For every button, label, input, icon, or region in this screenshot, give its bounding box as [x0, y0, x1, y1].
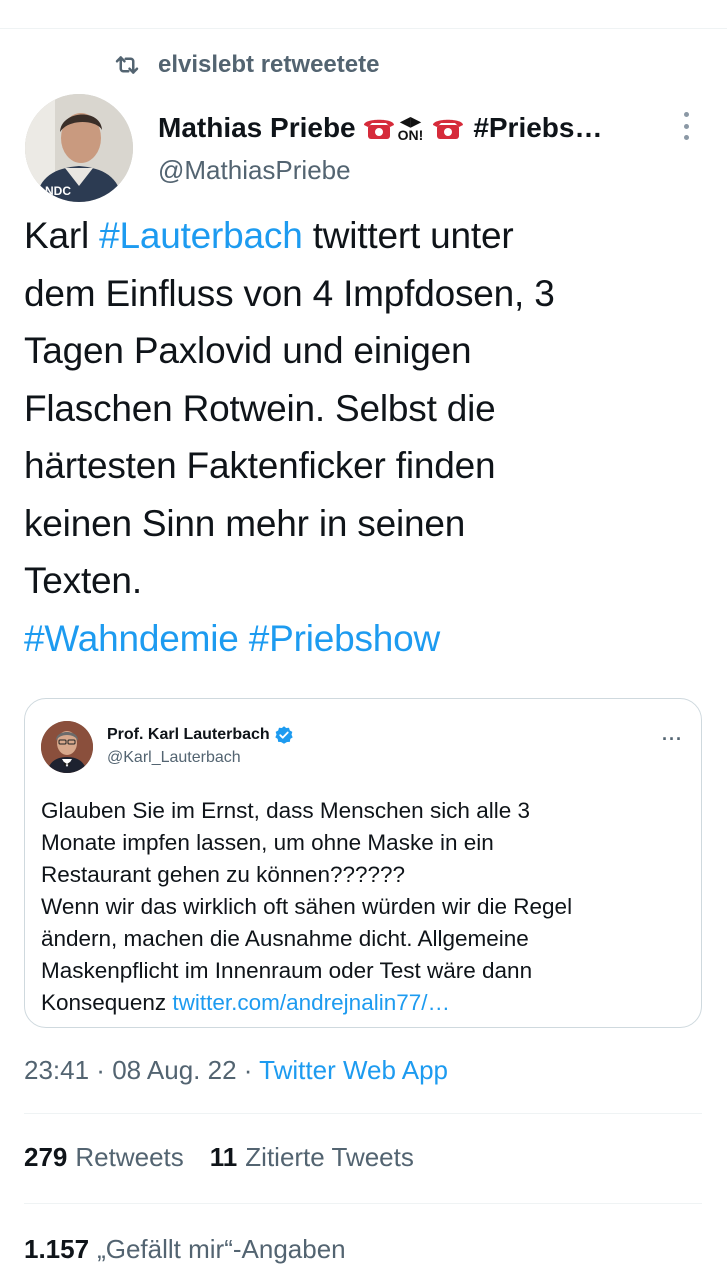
tweet-text-fragment: Karl	[24, 215, 100, 256]
author-name-row[interactable]: Mathias Priebe ◀▶ ON! #Priebs…	[158, 108, 602, 148]
retweets-label: Retweets	[75, 1142, 184, 1172]
stats-divider-top	[24, 1113, 702, 1114]
quoted-author-photo	[41, 721, 93, 773]
on-arrow-emoji: ◀▶ ON!	[398, 114, 424, 142]
quoted-line-4: Wenn wir das wirklich oft sähen würden w…	[41, 894, 573, 919]
quoted-more-options-icon[interactable]: ···	[662, 729, 683, 750]
quoted-url-link[interactable]: twitter.com/andrejnalin77/…	[172, 990, 450, 1015]
quoted-author-handle: @Karl_Lauterbach	[107, 749, 241, 766]
tweet-date[interactable]: 08 Aug. 22	[112, 1055, 236, 1085]
quote-tweets-count: 11	[209, 1142, 238, 1172]
more-options-icon[interactable]	[680, 112, 692, 140]
quoted-line-2: Monate impfen lassen, um ohne Maske in e…	[41, 830, 494, 855]
hashtag-wahndemie-link[interactable]: #Wahndemie	[24, 618, 239, 659]
tweet-line-8: #Wahndemie #Priebshow	[24, 610, 714, 668]
author-name-suffix: #Priebs…	[473, 112, 603, 143]
likes-label: „Gefällt mir“-Angaben	[97, 1234, 346, 1264]
tweet-time[interactable]: 23:41	[24, 1055, 89, 1085]
retweeted-by-row[interactable]: elvislebt retweetete	[112, 50, 379, 80]
telephone-emoji-icon	[363, 119, 394, 139]
tweet-text-fragment: twittert unter	[302, 215, 514, 256]
author-avatar[interactable]: NDC	[25, 94, 133, 202]
tweet-line-2: dem Einfluss von 4 Impfdosen, 3	[24, 272, 555, 314]
tweet-line-3: Tagen Paxlovid und einigen	[24, 330, 472, 371]
author-handle[interactable]: @MathiasPriebe	[158, 155, 351, 186]
tweet-line-1: Karl #Lauterbach twittert unter	[24, 207, 714, 265]
svg-text:NDC: NDC	[45, 184, 71, 198]
left-right-arrow-icon: ◀▶	[399, 113, 422, 129]
tweet-line-4: Flaschen Rotwein. Selbst die	[24, 387, 496, 429]
tweet-line-7: Texten.	[24, 560, 142, 601]
author-name: Mathias Priebe	[158, 112, 356, 143]
tweet-line-6: keinen Sinn mehr in seinen	[24, 502, 466, 544]
telephone-emoji-icon-2	[433, 119, 464, 139]
stats-divider-middle	[24, 1203, 702, 1204]
author-photo: NDC	[25, 94, 133, 202]
tweet-text: Karl #Lauterbach twittert unter dem Einf…	[24, 207, 714, 667]
quoted-author-name-row[interactable]: Prof. Karl Lauterbach	[107, 725, 294, 745]
retweet-icon	[115, 56, 139, 74]
quoted-tweet-text: Glauben Sie im Ernst, dass Menschen sich…	[41, 795, 691, 1019]
on-label: ON!	[397, 127, 424, 143]
quoted-line-7: Konsequenz twitter.com/andrejnalin77/…	[41, 987, 691, 1019]
quoted-tweet-card[interactable]: Prof. Karl Lauterbach @Karl_Lauterbach ·…	[24, 698, 702, 1028]
hashtag-priebshow-link[interactable]: #Priebshow	[249, 618, 441, 659]
quote-tweets-stat[interactable]: 11 Zitierte Tweets	[210, 1142, 414, 1173]
retweets-count: 279	[24, 1142, 68, 1172]
quoted-line-1: Glauben Sie im Ernst, dass Menschen sich…	[41, 798, 530, 823]
meta-separator: ·	[89, 1055, 113, 1085]
top-divider	[0, 28, 727, 29]
retweet-stats-row: 279 Retweets 11 Zitierte Tweets	[24, 1142, 414, 1173]
hashtag-lauterbach-link[interactable]: #Lauterbach	[99, 215, 303, 256]
tweet-source-link[interactable]: Twitter Web App	[259, 1055, 448, 1085]
quoted-line-5: ändern, machen die Ausnahme dicht. Allge…	[41, 926, 529, 951]
verified-badge-icon	[275, 726, 293, 744]
retweeted-by-text: elvislebt retweetete	[158, 51, 380, 78]
tweet-line-5: härtesten Faktenficker finden	[24, 445, 496, 486]
quoted-line-3: Restaurant gehen zu können??????	[41, 862, 406, 887]
likes-stats-row[interactable]: 1.157 „Gefällt mir“-Angaben	[24, 1234, 346, 1265]
quoted-author-avatar[interactable]	[41, 721, 93, 773]
quoted-line-6: Maskenpflicht im Innenraum oder Test wär…	[41, 958, 533, 983]
quote-tweets-label: Zitierte Tweets	[245, 1142, 414, 1172]
tweet-meta: 23:41 · 08 Aug. 22 · Twitter Web App	[24, 1055, 448, 1086]
meta-separator-2: ·	[236, 1055, 260, 1085]
quoted-author-name: Prof. Karl Lauterbach	[107, 726, 270, 743]
likes-count: 1.157	[24, 1234, 90, 1264]
retweets-stat[interactable]: 279 Retweets	[24, 1142, 184, 1173]
quoted-text-fragment: Konsequenz	[41, 990, 173, 1015]
